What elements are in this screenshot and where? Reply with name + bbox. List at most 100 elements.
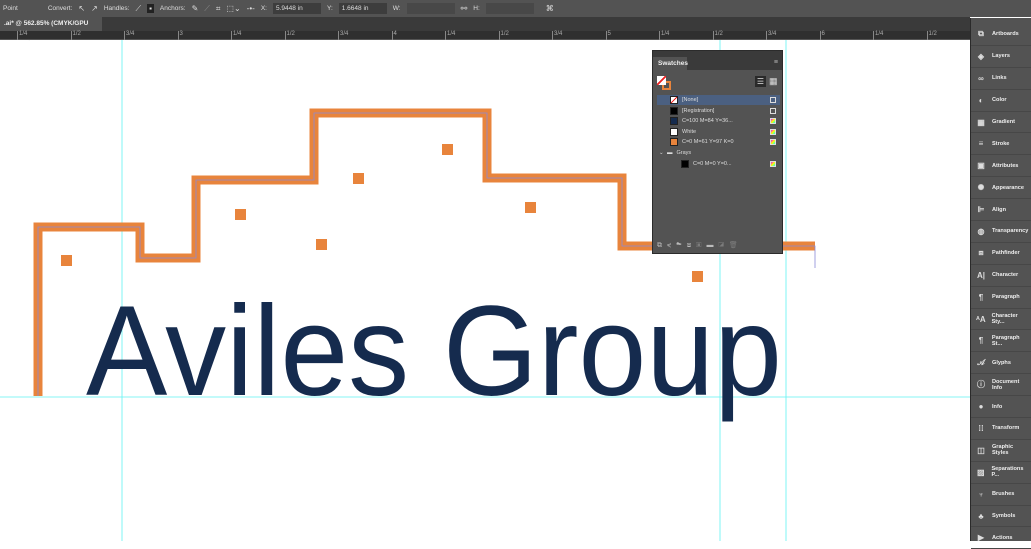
dock-item-label: Artboards (992, 31, 1019, 38)
document-tab[interactable]: .ai* @ 562.85% (CMYK/GPU Preview) (0, 17, 102, 41)
color-icon: ◐ (978, 95, 984, 105)
dock-item-label: Symbols (992, 513, 1016, 520)
list-view-icon[interactable]: ☰ (755, 76, 766, 87)
actions-icon: ▶ (977, 533, 985, 543)
dock-item-pathfinder[interactable]: ⧈ Pathfinder (971, 243, 1031, 265)
logo-text[interactable]: Aviles Group (86, 280, 782, 423)
link-icon[interactable]: ⚯ (461, 4, 468, 13)
dock-item-artboards[interactable]: ⧉ Artboards (971, 24, 1031, 46)
new-group-icon[interactable]: ▬ (707, 242, 719, 249)
show-handles-icon[interactable]: ⟋ (135, 4, 141, 14)
swatch-libraries-icon[interactable]: ⧉ (657, 242, 667, 249)
swatch-row[interactable]: [Registration] (657, 106, 780, 116)
dock-item-character[interactable]: A| Character (971, 265, 1031, 287)
y-field[interactable]: 1.6648 in (338, 3, 387, 14)
dock-item-label: Separations P... (991, 466, 1024, 479)
dock-item-glyphs[interactable]: 𝒜 Glyphs (971, 352, 1031, 375)
dock-item-color[interactable]: ◐ Color (971, 90, 1031, 112)
select-similar-icon[interactable]: ⬚⌄ (226, 4, 240, 13)
swatch-chip (670, 106, 678, 115)
window-square[interactable] (442, 144, 453, 155)
delete-swatch-icon[interactable]: 🗑 (729, 242, 743, 249)
links-icon: ∞ (978, 73, 984, 83)
cc-libraries-icon[interactable]: ☁ (676, 242, 687, 249)
fill-stroke-indicator[interactable] (657, 76, 671, 90)
swatch-name: C=100 M=84 Y=36... (682, 118, 733, 125)
chevron-down-icon[interactable]: ⌄ (659, 150, 667, 156)
character-styles-icon: ᴬA (975, 314, 986, 324)
transparency-icon: ◍ (977, 226, 985, 236)
stroke-icon: ≡ (978, 139, 984, 149)
window-square[interactable] (61, 255, 72, 266)
grid-view-icon[interactable]: ▦ (769, 76, 778, 87)
h-field[interactable] (485, 3, 534, 14)
layers-icon: ◈ (977, 51, 985, 61)
paragraph-icon: ¶ (978, 292, 984, 302)
artboard-canvas[interactable]: Aviles Group (0, 40, 970, 541)
h-label: H: (473, 5, 480, 12)
dock-item-document-info[interactable]: ⓘ Document Info (971, 374, 1031, 397)
dock-item-paragraph-st[interactable]: ¶ Paragraph St... (971, 330, 1031, 353)
dock-item-gradient[interactable]: ▦ Gradient (971, 112, 1031, 134)
dock-item-label: Actions (992, 534, 1013, 541)
isolate-icon[interactable]: ⌘ (546, 4, 554, 13)
dock-item-separations-p[interactable]: ▨ Separations P... (971, 462, 1031, 484)
y-label: Y: (326, 5, 333, 12)
dock-item-label: Character Sty... (991, 313, 1018, 326)
show-kinds-icon[interactable]: ⋞ (667, 242, 676, 249)
dock-item-stroke[interactable]: ≡ Stroke (971, 133, 1031, 156)
remove-anchor-icon[interactable]: ✎ (192, 4, 199, 13)
dock-item-align[interactable]: ⊫ Align (971, 199, 1031, 222)
character-icon: A| (976, 270, 985, 280)
process-color-icon (770, 128, 776, 135)
w-field[interactable] (406, 3, 455, 14)
new-swatch-icon[interactable]: ◪ (719, 242, 729, 249)
process-color-icon (770, 139, 776, 146)
dock-item-transform[interactable]: ⁞⁞ Transform (971, 418, 1031, 440)
process-color-icon (770, 118, 776, 125)
x-field[interactable]: 5.9448 in (272, 3, 321, 14)
swatch-row[interactable]: C=100 M=84 Y=36... (657, 116, 780, 126)
connect-anchor-icon[interactable]: ⟋ (204, 4, 210, 14)
artboards-icon: ⧉ (978, 29, 984, 39)
convert-corner-icon[interactable]: ↖ (78, 4, 85, 13)
swatch-row[interactable]: C=0 M=0 Y=0... (657, 159, 780, 169)
brushes-icon: ♆ (978, 489, 984, 499)
window-square[interactable] (353, 173, 364, 184)
dock-item-character-sty[interactable]: ᴬA Character Sty... (971, 309, 1031, 331)
panel-menu-icon[interactable]: ≡ (774, 59, 778, 66)
swatch-row[interactable]: White (657, 127, 780, 137)
convert-smooth-icon[interactable]: ↗ (91, 4, 98, 13)
swatch-name: C=0 M=0 Y=0... (693, 160, 732, 167)
global-swatch-icon (770, 97, 776, 103)
dock-item-symbols[interactable]: ♣ Symbols (971, 506, 1031, 528)
cut-path-icon[interactable]: ⌗ (216, 4, 221, 14)
swatch-group-row[interactable]: ⌄ ▬ Grays (657, 148, 780, 158)
window-square[interactable] (316, 239, 327, 250)
window-square[interactable] (235, 209, 246, 220)
reference-point-icon[interactable]: -•- (247, 4, 255, 13)
swatch-options-icon[interactable]: ⧈ (687, 242, 696, 249)
dock-item-transparency[interactable]: ◍ Transparency (971, 221, 1031, 243)
dock-item-links[interactable]: ∞ Links (971, 68, 1031, 90)
ruler-label: 4 (391, 31, 397, 40)
swatches-tab[interactable]: Swatches (653, 57, 688, 70)
dock-item-graphic-styles[interactable]: ◫ Graphic Styles (971, 440, 1031, 462)
dock-item-label: Color (992, 97, 1007, 104)
dock-item-brushes[interactable]: ♆ Brushes (971, 484, 1031, 506)
hide-handles-icon[interactable]: ▪ (147, 4, 154, 13)
dock-item-info[interactable]: ● Info (971, 396, 1031, 419)
swatch-row[interactable]: C=0 M=61 Y=97 K=0 (657, 137, 780, 147)
dock-item-layers[interactable]: ◈ Layers (971, 46, 1031, 68)
dock-item-actions[interactable]: ▶ Actions (971, 527, 1031, 549)
global-swatch-icon (770, 107, 776, 114)
dock-item-label: Transparency (992, 228, 1029, 235)
dock-item-appearance[interactable]: ✺ Appearance (971, 177, 1031, 200)
horizontal-ruler[interactable]: 1/4 1/2 3/4 3 1/4 1/2 3/4 4 1/4 1/2 3/4 5 1/4 1/2 3/4 6… (0, 31, 970, 40)
swatch-row[interactable]: [None] (657, 95, 780, 105)
window-square[interactable] (525, 202, 536, 213)
dock-item-attributes[interactable]: ▣ Attributes (971, 155, 1031, 178)
dock-item-paragraph[interactable]: ¶ Paragraph (971, 287, 1031, 309)
color-group-icon[interactable]: ▣ (696, 242, 706, 249)
ruler-label: 1/4 (445, 31, 455, 40)
